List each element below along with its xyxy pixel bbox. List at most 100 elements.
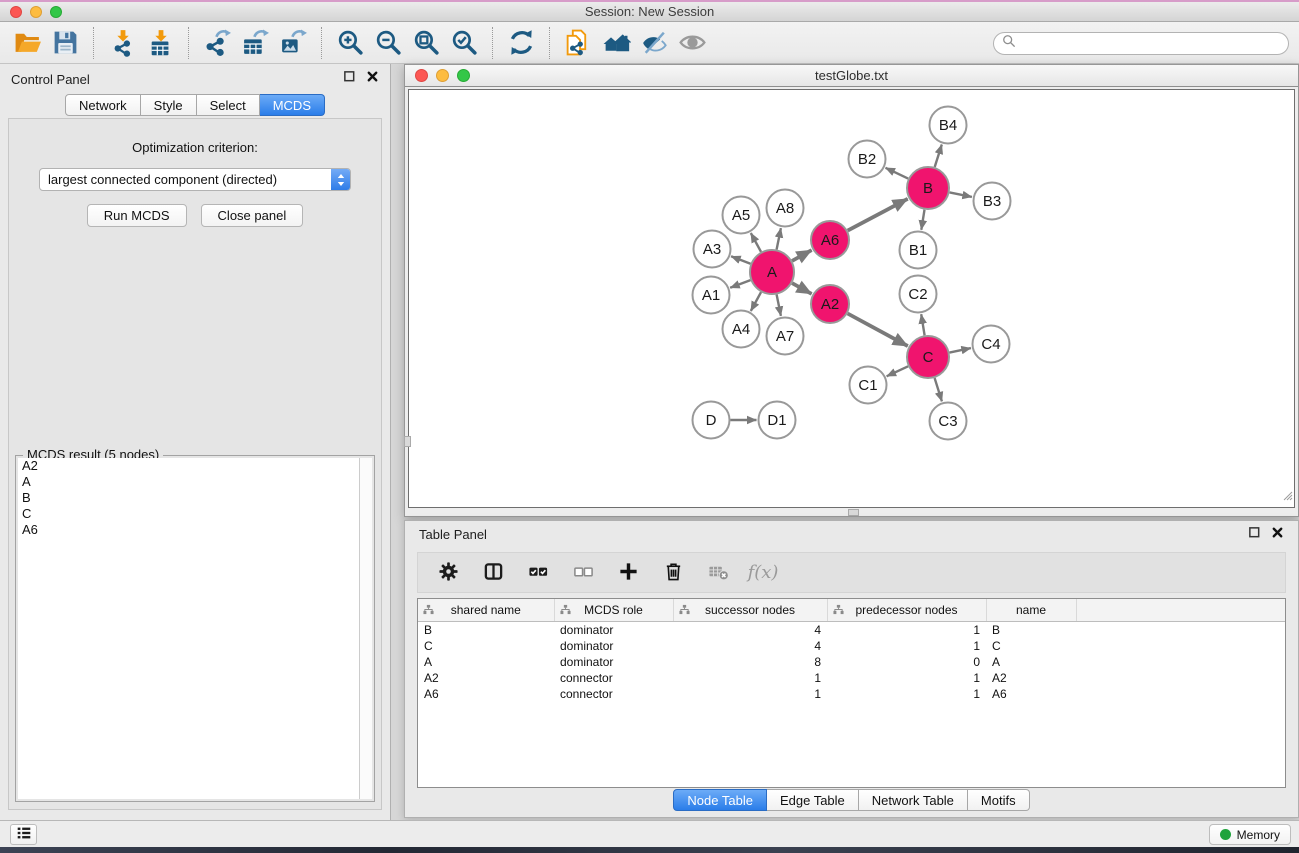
network-graph[interactable]: B4B2BB3A5A8A6A3B1AA1C2A2A4A7C4CC1C3DD1 xyxy=(409,90,1296,509)
graph-edge-C-C2[interactable] xyxy=(921,314,924,335)
graph-node-A[interactable]: A xyxy=(750,250,794,294)
table-row-c[interactable]: Cdominator41C xyxy=(418,638,1285,654)
tab-node-table[interactable]: Node Table xyxy=(673,789,767,811)
export-table-button[interactable] xyxy=(236,24,274,62)
open-session-button[interactable] xyxy=(8,24,46,62)
graph-node-A3[interactable]: A3 xyxy=(694,231,731,268)
column-header-successor-nodes[interactable]: successor nodes xyxy=(673,599,827,621)
graph-edge-C-C3[interactable] xyxy=(935,378,942,401)
graph-node-A6[interactable]: A6 xyxy=(811,221,849,259)
graph-edge-A2-C[interactable] xyxy=(848,314,908,347)
graph-edge-A-A2[interactable] xyxy=(792,283,812,294)
graph-node-B3[interactable]: B3 xyxy=(974,183,1011,220)
graph-node-A2[interactable]: A2 xyxy=(811,285,849,323)
tab-select[interactable]: Select xyxy=(197,94,260,116)
save-session-button[interactable] xyxy=(46,24,84,62)
graph-node-C3[interactable]: C3 xyxy=(930,403,967,440)
column-header-predecessor-nodes[interactable]: predecessor nodes xyxy=(827,599,986,621)
zoom-fit-button[interactable] xyxy=(407,24,445,62)
graph-node-C4[interactable]: C4 xyxy=(973,326,1010,363)
hide-graphics-details-button[interactable] xyxy=(635,24,673,62)
graph-edge-B-B3[interactable] xyxy=(950,192,972,197)
graph-edge-A-A5[interactable] xyxy=(751,233,761,252)
gear-button[interactable] xyxy=(435,558,461,588)
tab-style[interactable]: Style xyxy=(141,94,197,116)
graph-edge-A-A1[interactable] xyxy=(730,280,750,288)
home-button[interactable] xyxy=(597,24,635,62)
graph-node-B4[interactable]: B4 xyxy=(930,107,967,144)
clone-network-button[interactable] xyxy=(559,24,597,62)
tab-mcds[interactable]: MCDS xyxy=(260,94,325,116)
result-list-scrollbar[interactable] xyxy=(359,458,372,799)
graph-node-A4[interactable]: A4 xyxy=(723,311,760,348)
tab-motifs[interactable]: Motifs xyxy=(968,789,1030,811)
graph-edge-A-A7[interactable] xyxy=(777,295,781,316)
network-window-titlebar[interactable]: testGlobe.txt xyxy=(405,65,1298,87)
float-table-panel-icon[interactable] xyxy=(1248,526,1261,544)
graph-edge-A6-B[interactable] xyxy=(848,199,908,231)
graph-edge-A-A8[interactable] xyxy=(777,228,781,249)
splitter-handle-left[interactable] xyxy=(404,436,411,447)
close-panel-icon[interactable] xyxy=(366,70,379,88)
graph-node-C1[interactable]: C1 xyxy=(850,367,887,404)
column-header-name[interactable]: name xyxy=(986,599,1076,621)
result-item-a6[interactable]: A6 xyxy=(18,522,372,538)
network-canvas[interactable]: B4B2BB3A5A8A6A3B1AA1C2A2A4A7C4CC1C3DD1 xyxy=(408,89,1295,508)
column-header-MCDS-role[interactable]: MCDS role xyxy=(554,599,673,621)
graph-edge-A-A6[interactable] xyxy=(792,250,812,261)
result-item-b[interactable]: B xyxy=(18,490,372,506)
graph-edge-A-A4[interactable] xyxy=(751,292,761,311)
graph-edge-B-B1[interactable] xyxy=(921,210,924,230)
tab-edge-table[interactable]: Edge Table xyxy=(767,789,859,811)
graph-node-B2[interactable]: B2 xyxy=(849,141,886,178)
close-table-panel-icon[interactable] xyxy=(1271,526,1284,544)
close-panel-button[interactable]: Close panel xyxy=(201,204,304,227)
tab-network[interactable]: Network xyxy=(65,94,141,116)
import-table-button[interactable] xyxy=(141,24,179,62)
result-item-a2[interactable]: A2 xyxy=(18,458,372,474)
graph-edge-C-C4[interactable] xyxy=(950,348,971,353)
refresh-button[interactable] xyxy=(502,24,540,62)
graph-node-D1[interactable]: D1 xyxy=(759,402,796,439)
graph-node-B[interactable]: B xyxy=(907,167,949,209)
float-panel-icon[interactable] xyxy=(343,70,356,88)
graph-node-C2[interactable]: C2 xyxy=(900,276,937,313)
show-graphics-details-button[interactable] xyxy=(673,24,711,62)
export-image-button[interactable] xyxy=(274,24,312,62)
criterion-dropdown[interactable]: largest connected component (directed) xyxy=(39,168,351,191)
graph-edge-C-C1[interactable] xyxy=(887,366,909,376)
deselect-all-button[interactable] xyxy=(570,558,596,588)
graph-node-A7[interactable]: A7 xyxy=(767,318,804,355)
add-column-button[interactable] xyxy=(615,558,641,588)
memory-button[interactable]: Memory xyxy=(1209,824,1291,845)
graph-edge-A-A3[interactable] xyxy=(731,256,750,264)
graph-edge-B-B2[interactable] xyxy=(886,168,909,179)
select-all-button[interactable] xyxy=(525,558,551,588)
search-field[interactable] xyxy=(993,32,1289,55)
task-history-button[interactable] xyxy=(10,824,37,845)
graph-node-B1[interactable]: B1 xyxy=(900,232,937,269)
graph-node-A1[interactable]: A1 xyxy=(693,277,730,314)
table-row-a[interactable]: Adominator80A xyxy=(418,654,1285,670)
delete-column-button[interactable] xyxy=(660,558,686,588)
network-resize-grip[interactable] xyxy=(1281,488,1293,506)
graph-node-D[interactable]: D xyxy=(693,402,730,439)
graph-node-A8[interactable]: A8 xyxy=(767,190,804,227)
graph-node-A5[interactable]: A5 xyxy=(723,197,760,234)
result-item-a[interactable]: A xyxy=(18,474,372,490)
table-row-b[interactable]: Bdominator41B xyxy=(418,621,1285,638)
split-view-button[interactable] xyxy=(480,558,506,588)
mcds-result-list[interactable]: A2ABCA6 xyxy=(18,458,372,799)
graph-edge-B-B4[interactable] xyxy=(935,145,942,168)
node-table[interactable]: shared nameMCDS rolesuccessor nodesprede… xyxy=(417,598,1286,788)
export-network-button[interactable] xyxy=(198,24,236,62)
zoom-selected-button[interactable] xyxy=(445,24,483,62)
tab-network-table[interactable]: Network Table xyxy=(859,789,968,811)
table-row-a2[interactable]: A2connector11A2 xyxy=(418,670,1285,686)
table-row-a6[interactable]: A6connector11A6 xyxy=(418,686,1285,702)
search-input[interactable] xyxy=(1016,35,1288,53)
splitter-handle-bottom[interactable] xyxy=(848,509,859,516)
column-header-shared-name[interactable]: shared name xyxy=(418,599,554,621)
zoom-in-button[interactable] xyxy=(331,24,369,62)
zoom-out-button[interactable] xyxy=(369,24,407,62)
